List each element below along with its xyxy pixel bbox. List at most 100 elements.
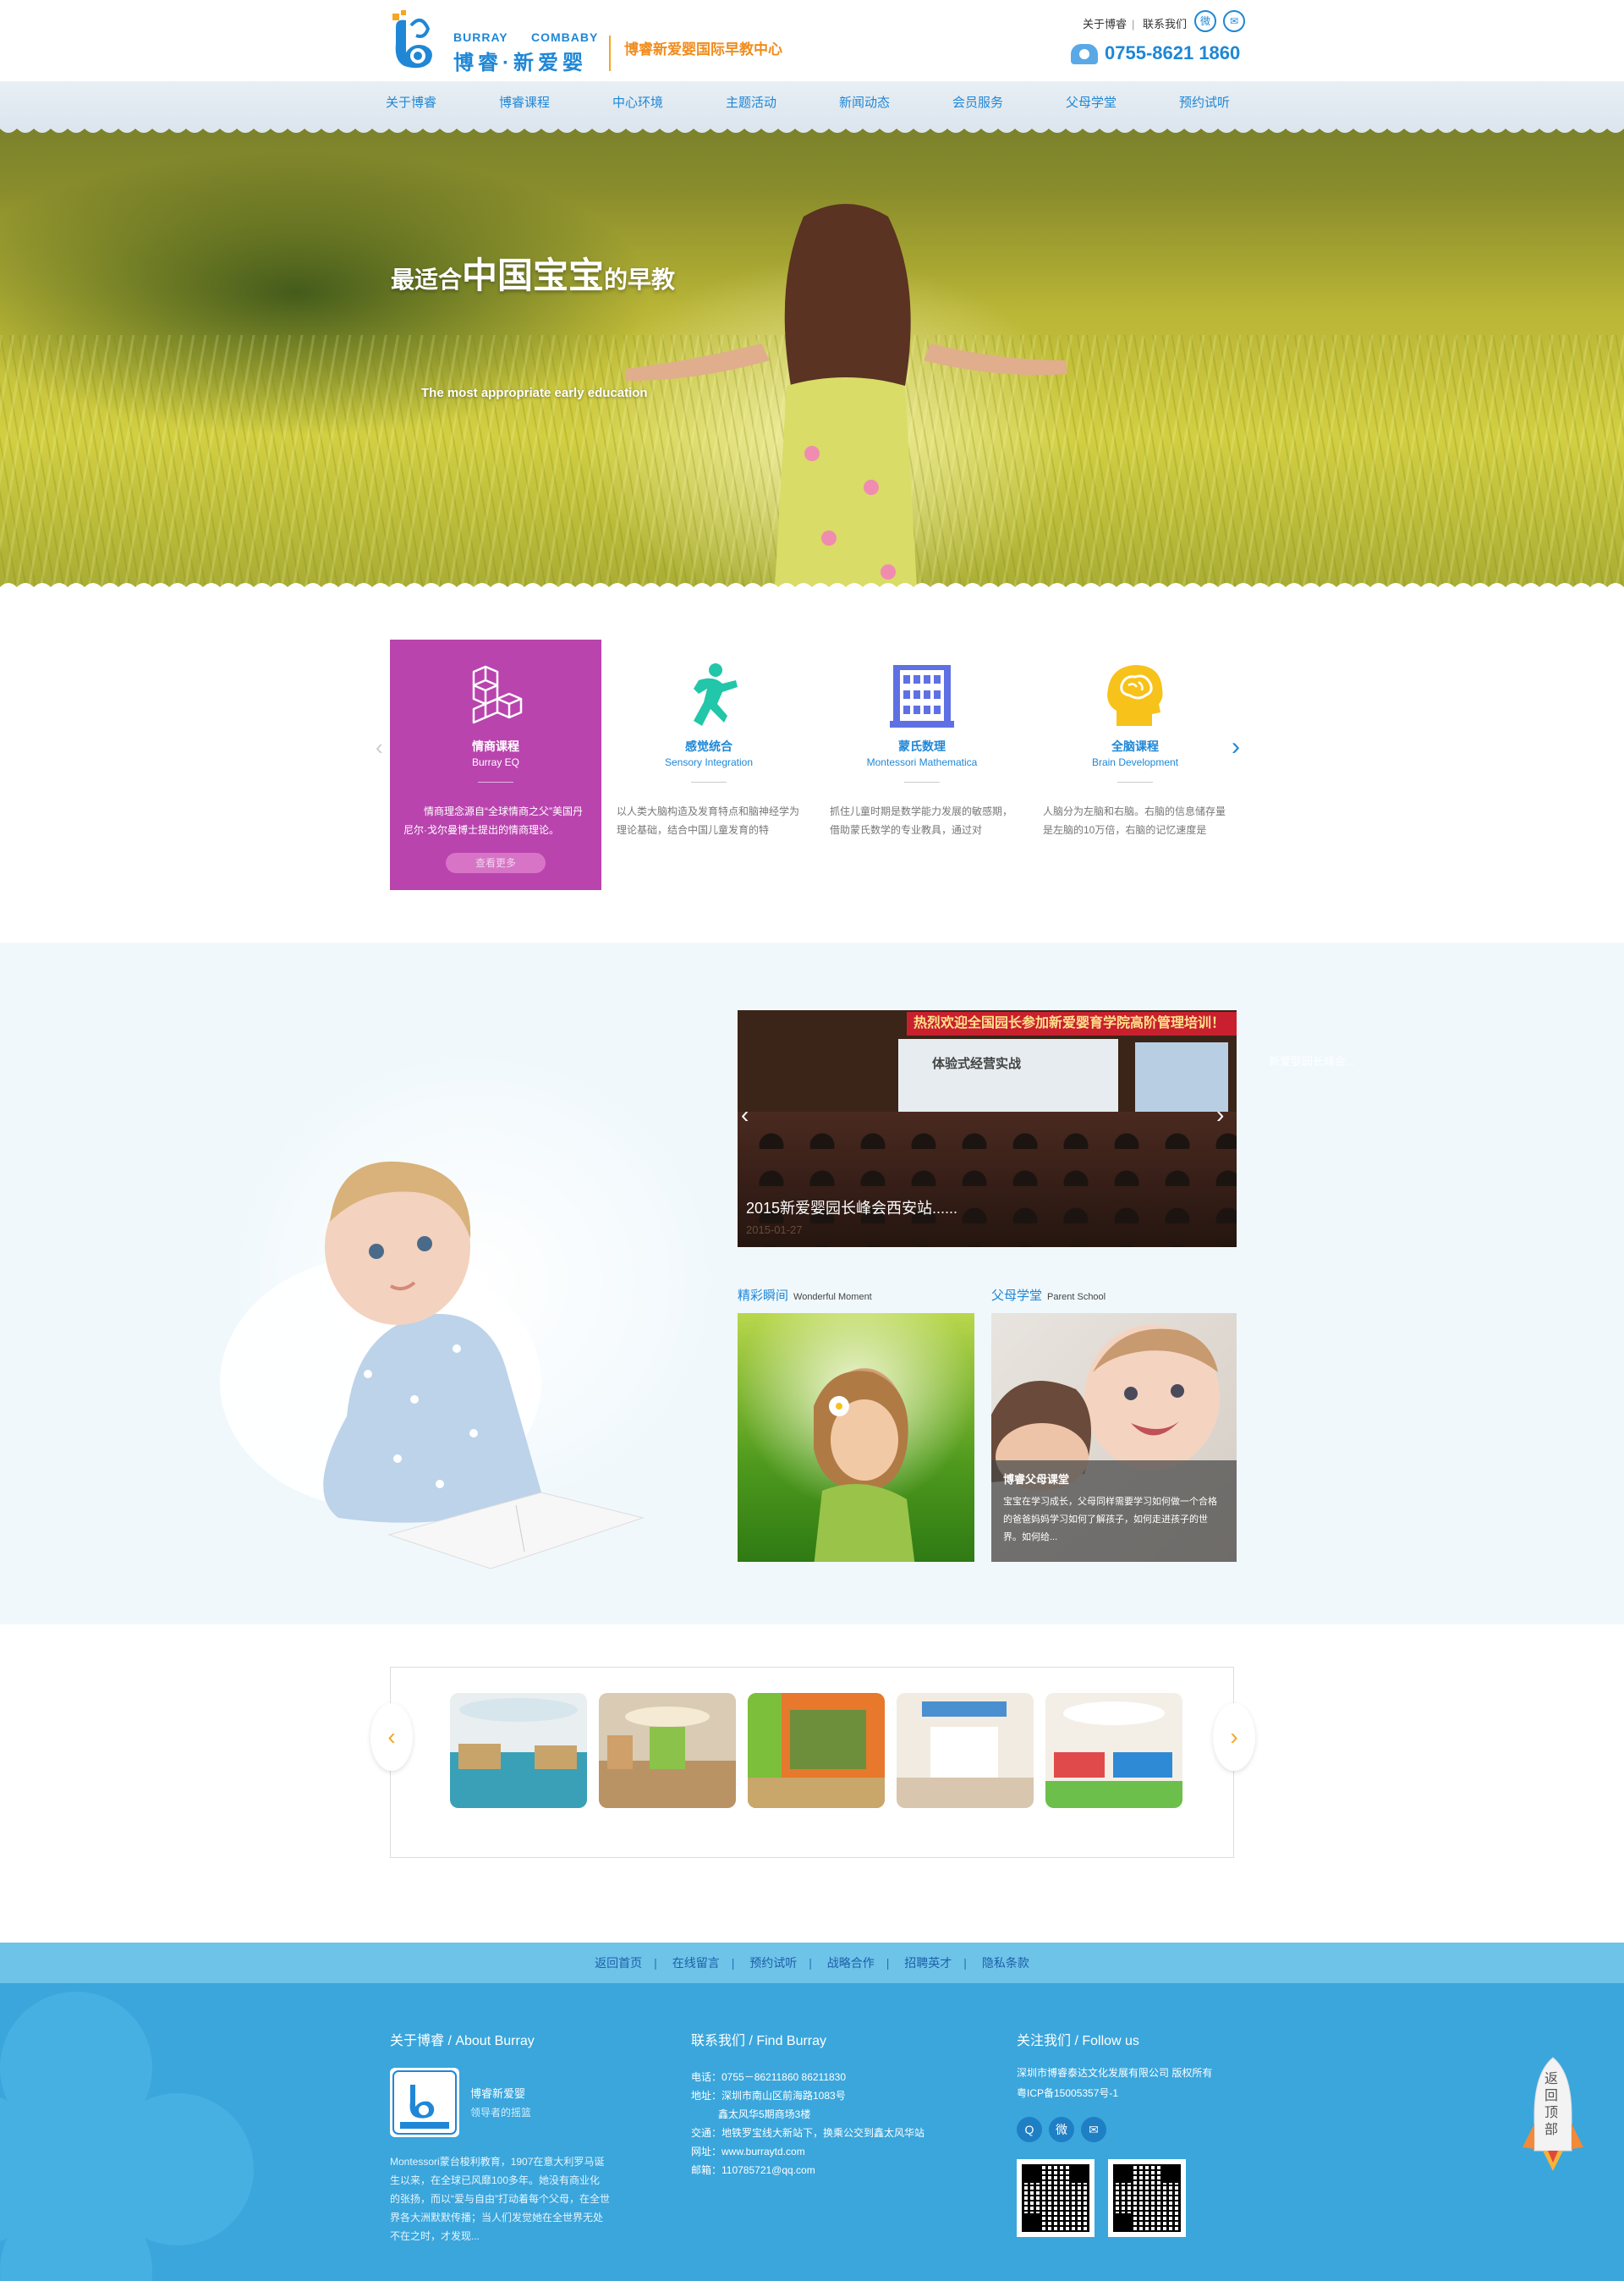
top-link-about[interactable]: 关于博睿 bbox=[1083, 18, 1127, 30]
nav-item-about[interactable]: 关于博睿 bbox=[386, 81, 499, 125]
news-next-caption: 新爱婴园长峰会... bbox=[1269, 1055, 1355, 1068]
brain-head-icon bbox=[1107, 665, 1163, 726]
footer-link-message[interactable]: 在线留言 bbox=[672, 1956, 720, 1970]
top-link-separator: | bbox=[1132, 18, 1135, 30]
news-slider[interactable]: 热烈欢迎全国园长参加新爱婴育学院高阶管理培训！ 体验式经营实战 ‹ › 2015… bbox=[738, 1010, 1237, 1247]
course-title: 感觉统合 bbox=[685, 739, 732, 753]
nav-wave-edge bbox=[0, 125, 1624, 133]
nav-item-parent-school[interactable]: 父母学堂 bbox=[1066, 81, 1179, 125]
env-thumb-activity[interactable] bbox=[748, 1693, 885, 1808]
contact-address: 地址：深圳市南山区前海路1083号 bbox=[691, 2090, 846, 2102]
header-social: 微 ✉ bbox=[1188, 10, 1245, 32]
course-divider bbox=[904, 782, 940, 783]
weibo-icon[interactable]: 微 bbox=[1049, 2117, 1074, 2142]
news-side-screen bbox=[1135, 1042, 1228, 1119]
top-links: 关于博睿 | 联系我们 bbox=[1083, 15, 1192, 31]
footer-link-booking[interactable]: 预约试听 bbox=[749, 1956, 797, 1970]
footer-brand: 博睿新爱婴 bbox=[470, 2087, 526, 2100]
hero-banner: 最适合中国宝宝的早教 The most appropriate early ed… bbox=[0, 81, 1624, 589]
logo-text-en-2: COMBABY bbox=[531, 30, 599, 44]
site-tagline: 博睿新爱婴国际早教中心 bbox=[624, 41, 782, 58]
environment-carousel: ‹ › bbox=[370, 1667, 1255, 1858]
course-description: 人脑分为左脑和右脑。右脑的信息储存量是左脑的10万倍，右脑的记忆速度是 bbox=[1043, 805, 1226, 836]
course-subtitle: Brain Development bbox=[1091, 756, 1179, 768]
env-thumb-hall[interactable] bbox=[599, 1693, 736, 1808]
env-prev-arrow[interactable]: ‹ bbox=[370, 1703, 413, 1771]
footer-logo-icon bbox=[392, 2070, 457, 2135]
news-banner-text: 热烈欢迎全国园长参加新爱婴育学院高阶管理培训！ bbox=[907, 1012, 1237, 1036]
course-description: 情商理念源自“全球情商之父”美国丹尼尔·戈尔曼博士提出的情商理论。 bbox=[403, 805, 583, 836]
nav-item-courses[interactable]: 博睿课程 bbox=[499, 81, 612, 125]
hero-title-big: 中国宝宝 bbox=[462, 256, 605, 295]
top-link-contact[interactable]: 联系我们 bbox=[1143, 18, 1187, 30]
wechat-icon[interactable]: ✉ bbox=[1223, 10, 1245, 32]
qq-icon[interactable]: Q bbox=[1017, 2117, 1042, 2142]
env-thumb-entrance[interactable] bbox=[897, 1693, 1034, 1808]
courses-prev-arrow[interactable]: ‹ bbox=[376, 734, 383, 761]
nav-item-members[interactable]: 会员服务 bbox=[952, 81, 1066, 125]
weibo-icon[interactable]: 微 bbox=[1194, 10, 1216, 32]
qr-code-icon bbox=[1022, 2164, 1089, 2232]
nav-item-activities[interactable]: 主题活动 bbox=[726, 81, 839, 125]
course-divider bbox=[691, 782, 727, 783]
nav-item-environment[interactable]: 中心环境 bbox=[612, 81, 726, 125]
nav-item-booking[interactable]: 预约试听 bbox=[1179, 81, 1292, 125]
parent-school-card[interactable]: 博睿父母课堂 宝宝在学习成长，父母同样需要学习如何做一个合格的爸爸妈妈学习如何了… bbox=[991, 1313, 1237, 1562]
logo-mark-icon bbox=[392, 10, 432, 69]
moments-title: 精彩瞬间 bbox=[738, 1289, 789, 1303]
phone-number: 0755-8621 1860 bbox=[1105, 42, 1241, 63]
main-nav: 关于博睿 博睿课程 中心环境 主题活动 新闻动态 会员服务 父母学堂 预约试听 bbox=[0, 81, 1624, 125]
footer-about-text: Montessori蒙台梭利教育，1907在意大利罗马诞生以来，在全球已风靡10… bbox=[390, 2156, 610, 2242]
footer-social: Q 微 ✉ bbox=[1017, 2117, 1113, 2142]
wechat-icon[interactable]: ✉ bbox=[1081, 2117, 1106, 2142]
news-screen-text: 体验式经营实战 bbox=[932, 1057, 1022, 1071]
news-next-arrow[interactable]: › bbox=[1216, 1102, 1224, 1129]
contact-email[interactable]: 邮箱：110785721@qq.com bbox=[691, 2161, 924, 2179]
footer-link-partners[interactable]: 战略合作 bbox=[827, 1956, 875, 1970]
parent-card-title[interactable]: 博睿父母课堂 bbox=[1003, 1470, 1225, 1487]
course-card-sensory[interactable]: 感觉统合 Sensory Integration 以人类大脑构造及发育特点和脑神… bbox=[603, 640, 815, 890]
back-to-top-label[interactable]: 返回顶部 bbox=[1541, 2071, 1561, 2139]
course-card-brain[interactable]: 全脑课程 Brain Development 人脑分为左脑和右脑。右脑的信息储存… bbox=[1029, 640, 1241, 890]
logo[interactable]: BURRAY COMBABY 博睿·新爱婴 bbox=[387, 10, 641, 74]
abacus-icon bbox=[890, 665, 954, 728]
hall-room-image bbox=[599, 1693, 736, 1808]
course-card-math[interactable]: 蒙氏数理 Montessori Mathematica 抓住儿童时期是数学能力发… bbox=[816, 640, 1028, 890]
contact-address-2: 鑫太风华5期商场3楼 bbox=[718, 2108, 811, 2120]
moments-photo[interactable] bbox=[738, 1313, 974, 1562]
courses-next-arrow[interactable]: › bbox=[1232, 733, 1240, 761]
play-room-image bbox=[1045, 1693, 1182, 1808]
news-prev-arrow[interactable]: ‹ bbox=[741, 1102, 749, 1129]
footer-link-home[interactable]: 返回首页 bbox=[595, 1956, 642, 1970]
hero-title: 最适合中国宝宝的早教 bbox=[391, 247, 675, 299]
moments-heading: 精彩瞬间 Wonderful Moment bbox=[738, 1286, 872, 1304]
env-thumb-play[interactable] bbox=[1045, 1693, 1182, 1808]
library-room-image bbox=[450, 1693, 587, 1808]
env-next-arrow[interactable]: › bbox=[1213, 1703, 1255, 1771]
qr-code-1 bbox=[1017, 2159, 1095, 2237]
course-divider bbox=[478, 782, 513, 783]
hero-wave-edge bbox=[0, 583, 1624, 596]
nav-item-news[interactable]: 新闻动态 bbox=[839, 81, 952, 125]
footer-link-separator: | bbox=[654, 1956, 657, 1970]
footer-link-privacy[interactable]: 隐私条款 bbox=[982, 1956, 1029, 1970]
footer-links: 返回首页 | 在线留言 | 预约试听 | 战略合作 | 招聘英才 | 隐私条款 bbox=[0, 1943, 1624, 1983]
baby-photo-area bbox=[0, 943, 744, 1624]
parent-school-heading: 父母学堂 Parent School bbox=[991, 1286, 1106, 1304]
news-section: 热烈欢迎全国园长参加新爱婴育学院高阶管理培训！ 体验式经营实战 ‹ › 2015… bbox=[0, 943, 1624, 1624]
running-figure-icon bbox=[694, 663, 738, 726]
news-audience bbox=[738, 1112, 1237, 1247]
parent-card-description: 宝宝在学习成长，父母同样需要学习如何做一个合格的爸爸妈妈学习如何了解孩子，如何走… bbox=[1003, 1497, 1217, 1542]
env-thumb-library[interactable] bbox=[450, 1693, 587, 1808]
course-title: 情商课程 bbox=[472, 739, 519, 753]
footer-contact-info: 电话：0755－86211860 86211830 地址：深圳市南山区前海路10… bbox=[691, 2068, 924, 2179]
footer: 关于博睿 / About Burray 博睿新爱婴 领导者的摇篮 Montess… bbox=[0, 1983, 1624, 2281]
logo-text-cn: 博睿·新爱婴 bbox=[453, 52, 587, 74]
news-caption[interactable]: 2015新爱婴园长峰会西安站...... bbox=[746, 1196, 957, 1218]
course-card-eq[interactable]: 情商课程 Burray EQ 情商理念源自“全球情商之父”美国丹尼尔·戈尔曼博士… bbox=[390, 640, 601, 890]
contact-website[interactable]: 网址：www.burraytd.com bbox=[691, 2142, 924, 2161]
phone-icon bbox=[1071, 44, 1098, 65]
view-more-button[interactable]: 查看更多 bbox=[446, 853, 546, 873]
logo-text-en-1: BURRAY bbox=[453, 30, 508, 44]
footer-link-careers[interactable]: 招聘英才 bbox=[904, 1956, 952, 1970]
